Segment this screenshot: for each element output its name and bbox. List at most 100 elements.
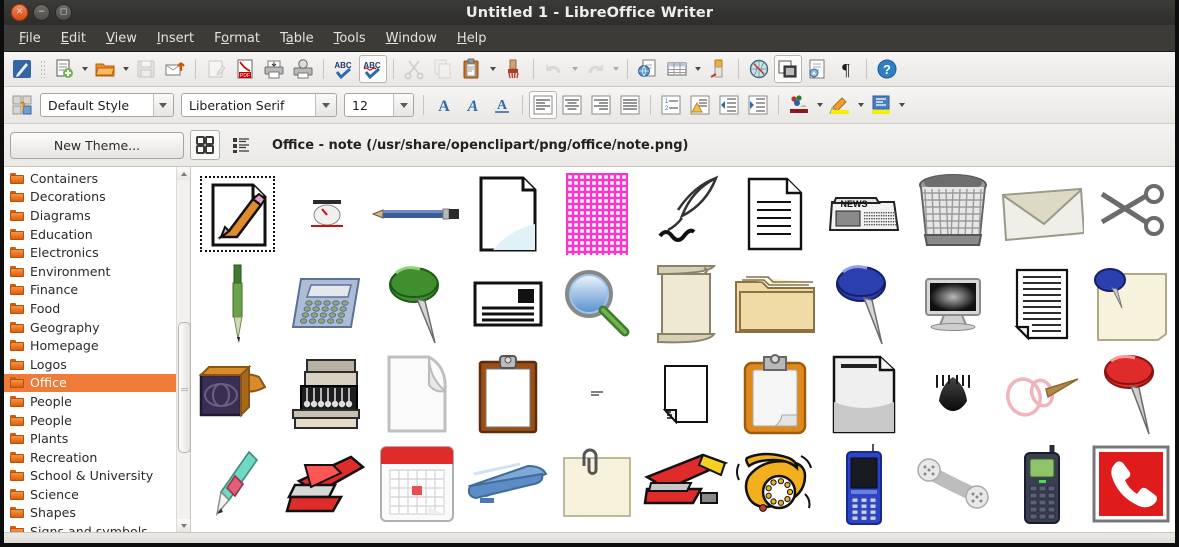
menu-view[interactable]: View	[96, 28, 147, 49]
gallery-theme-item[interactable]: Shapes	[4, 504, 176, 523]
red-stapler-open-thumbnail[interactable]	[641, 439, 730, 529]
gallery-theme-item[interactable]: Decorations	[4, 188, 176, 207]
ink-blot-thumbnail[interactable]	[908, 349, 997, 439]
menu-file[interactable]: File	[9, 28, 51, 49]
mechanical-pencil-thumbnail[interactable]	[193, 439, 282, 529]
gallery-theme-item[interactable]: People	[4, 411, 176, 430]
print-preview-icon[interactable]	[289, 55, 317, 83]
menu-edit[interactable]: Edit	[51, 28, 96, 49]
newspaper-thumbnail[interactable]: NEWS	[819, 169, 908, 259]
scroll-parchment-thumbnail[interactable]	[641, 259, 730, 349]
gauge-meter-thumbnail[interactable]	[282, 169, 371, 259]
load-url-icon[interactable]	[8, 55, 36, 83]
paste-dropdown[interactable]	[487, 57, 498, 81]
gallery-theme-item[interactable]: People	[4, 392, 176, 411]
magnifying-glass-thumbnail[interactable]	[552, 259, 641, 349]
font-color-dropdown[interactable]	[814, 93, 825, 117]
calendar-thumbnail[interactable]	[371, 439, 463, 529]
mail-letter-thumbnail[interactable]	[463, 259, 552, 349]
italic-button[interactable]: A	[459, 91, 487, 119]
find-replace-icon[interactable]	[745, 55, 773, 83]
scrollbar-thumb[interactable]	[178, 322, 191, 454]
pinned-note-thumbnail[interactable]	[1086, 259, 1175, 349]
gallery-theme-item[interactable]: Geography	[4, 318, 176, 337]
new-document-icon[interactable]	[50, 55, 78, 83]
highlighting-color-dropdown[interactable]	[855, 93, 866, 117]
cash-register-thumbnail[interactable]	[282, 349, 371, 439]
clipboard-thumbnail[interactable]	[463, 349, 552, 439]
theme-list-scrollbar[interactable]	[176, 167, 191, 532]
monitor-thumbnail[interactable]	[908, 259, 997, 349]
menu-format[interactable]: Format	[204, 28, 270, 49]
font-size-dropdown[interactable]	[393, 94, 413, 116]
align-left-button[interactable]	[529, 91, 557, 119]
blue-pencil-thumbnail[interactable]	[371, 169, 463, 259]
hyperlink-icon[interactable]	[634, 55, 662, 83]
red-stapler-thumbnail[interactable]	[282, 439, 371, 529]
green-pushpin-thumbnail[interactable]	[371, 259, 463, 349]
scrollbar-track[interactable]	[177, 180, 191, 519]
navigator-icon[interactable]	[803, 55, 831, 83]
menu-table[interactable]: Table	[270, 28, 324, 49]
menu-insert[interactable]: Insert	[147, 28, 204, 49]
gallery-theme-item[interactable]: Logos	[4, 355, 176, 374]
open-icon[interactable]	[91, 55, 119, 83]
background-color-dropdown[interactable]	[896, 93, 907, 117]
bold-button[interactable]: A	[430, 91, 458, 119]
gallery-theme-item[interactable]: Environment	[4, 262, 176, 281]
envelope-thumbnail[interactable]	[997, 169, 1086, 259]
gallery-theme-item[interactable]: School & University	[4, 467, 176, 486]
text-document-thumbnail[interactable]	[730, 169, 819, 259]
menu-window[interactable]: Window	[376, 28, 447, 49]
gallery-theme-item[interactable]: Office	[4, 373, 176, 393]
scroll-down-arrow[interactable]	[177, 519, 190, 532]
icon-view-button[interactable]	[190, 130, 220, 160]
justify-button[interactable]	[616, 91, 644, 119]
gallery-theme-list[interactable]: Containers Decorations Diagrams Education El…	[4, 167, 176, 532]
wastebasket-thumbnail[interactable]	[908, 169, 997, 259]
blue-pushpin-thumbnail[interactable]	[819, 259, 908, 349]
paragraph-style-dropdown[interactable]	[152, 94, 173, 116]
paragraph-style-icon[interactable]	[8, 91, 36, 119]
highlighting-color-button[interactable]	[826, 91, 854, 119]
insert-table-icon[interactable]	[663, 55, 691, 83]
list-view-button[interactable]	[226, 130, 256, 160]
menu-help[interactable]: Help	[447, 28, 497, 49]
grey-document-thumbnail[interactable]	[819, 349, 908, 439]
export-pdf-icon[interactable]: PDF	[231, 55, 259, 83]
rotary-phone-thumbnail[interactable]	[730, 439, 819, 529]
spelling-icon[interactable]: ABC	[330, 55, 358, 83]
blank-page-thumbnail[interactable]	[463, 169, 552, 259]
new-document-dropdown[interactable]	[79, 57, 90, 81]
folder-thumbnail[interactable]	[730, 259, 819, 349]
scissors-thumbnail[interactable]	[1086, 169, 1175, 259]
gallery-theme-item[interactable]: Finance	[4, 281, 176, 300]
gallery-theme-item[interactable]: Plants	[4, 429, 176, 448]
minimize-button[interactable]: −	[33, 4, 50, 21]
gallery-theme-item[interactable]: Homepage	[4, 336, 176, 355]
red-phone-sign-thumbnail[interactable]	[1086, 439, 1175, 529]
lined-document-thumbnail[interactable]	[997, 259, 1086, 349]
show-draw-functions-icon[interactable]	[704, 55, 732, 83]
menu-tools[interactable]: Tools	[324, 28, 376, 49]
font-size-combo[interactable]: 12	[344, 93, 414, 117]
help-icon[interactable]: ?	[873, 55, 901, 83]
formatting-marks-icon[interactable]: ¶	[832, 55, 860, 83]
font-name-combo[interactable]: Liberation Serif	[181, 93, 337, 117]
curled-paper-thumbnail[interactable]	[371, 349, 463, 439]
font-color-button[interactable]	[785, 91, 813, 119]
align-center-button[interactable]	[558, 91, 586, 119]
email-document-icon[interactable]	[161, 55, 189, 83]
small-dash-thumbnail[interactable]	[552, 349, 641, 439]
new-theme-button[interactable]: New Theme...	[10, 131, 184, 159]
green-pen-thumbnail[interactable]	[193, 259, 282, 349]
orange-clipboard-thumbnail[interactable]	[730, 349, 819, 439]
autospellcheck-icon[interactable]: ABC	[359, 55, 387, 83]
gallery-theme-item[interactable]: Recreation	[4, 448, 176, 467]
gallery-theme-item[interactable]: Education	[4, 225, 176, 244]
folded-page-thumbnail[interactable]	[641, 349, 730, 439]
gallery-theme-item[interactable]: Science	[4, 485, 176, 504]
close-button[interactable]: ✕	[11, 4, 28, 21]
maximize-button[interactable]: ◻	[55, 4, 72, 21]
gallery-theme-item[interactable]: Signs and symbols	[4, 522, 176, 532]
